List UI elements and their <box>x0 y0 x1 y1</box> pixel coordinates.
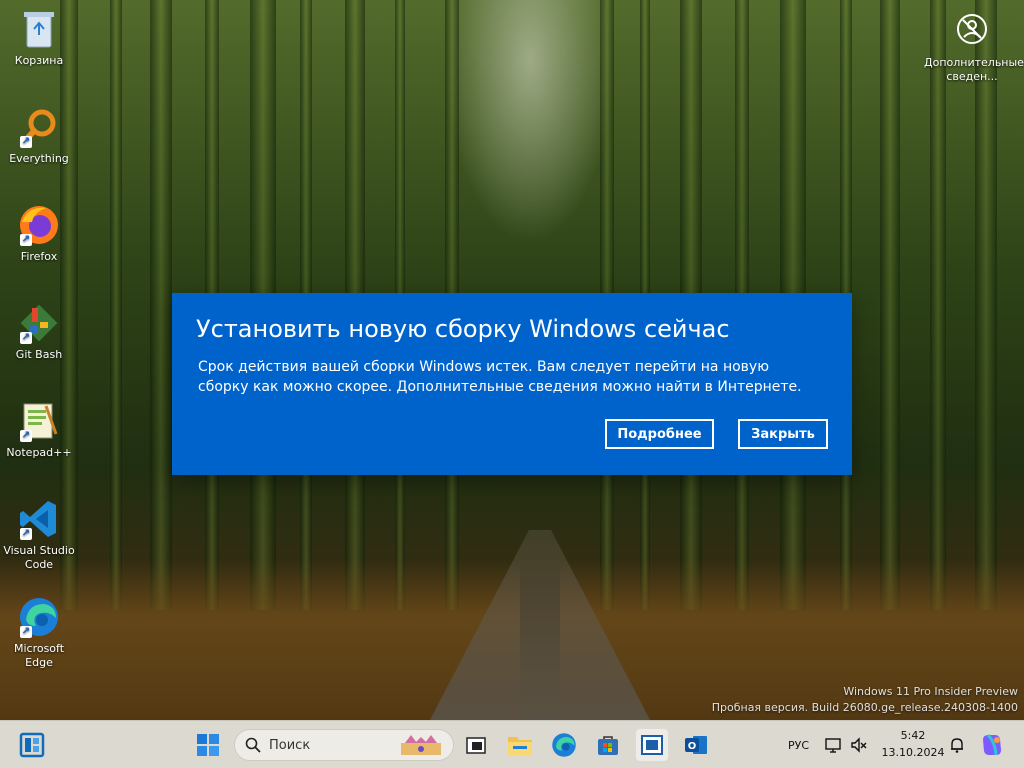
edge-icon <box>552 733 576 757</box>
volume-muted-icon <box>851 737 867 753</box>
info-widget-label: Дополнительные сведен... <box>924 56 1024 83</box>
clock-time: 5:42 <box>900 729 926 742</box>
microsoft-store-button[interactable] <box>592 729 624 761</box>
microsoft-store-icon <box>598 736 618 755</box>
desktop-icon-firefox[interactable]: ↗ Firefox <box>2 204 76 264</box>
search-highlight-icon <box>401 735 441 755</box>
svg-text:O: O <box>688 741 697 752</box>
watermark-line-2: Пробная версия. Build 26080.ge_release.2… <box>711 701 1018 714</box>
file-explorer-icon <box>508 737 532 755</box>
terminal-icon <box>641 735 663 755</box>
desktop-icon-label: Корзина <box>14 54 64 67</box>
widgets-button[interactable] <box>16 729 48 761</box>
notification-bell-icon <box>951 738 963 753</box>
shortcut-arrow-icon: ↗ <box>20 136 32 148</box>
shortcut-arrow-icon: ↗ <box>20 234 32 246</box>
copilot-button[interactable] <box>976 729 1008 761</box>
task-view-icon <box>466 737 486 754</box>
desktop-icon-everything[interactable]: ↗ Everything <box>2 106 76 166</box>
network-button[interactable] <box>822 729 844 761</box>
recycle-bin-icon <box>18 8 60 50</box>
edge-taskbar-button[interactable] <box>548 729 580 761</box>
clock-date: 13.10.2024 <box>881 746 945 759</box>
notepad-plus-plus-icon: ↗ <box>18 400 60 442</box>
outlook-icon: O <box>685 736 707 754</box>
watermark-line-1: Windows 11 Pro Insider Preview <box>843 685 1018 698</box>
desktop-icon-edge[interactable]: ↗ Microsoft Edge <box>2 596 76 670</box>
shortcut-arrow-icon: ↗ <box>20 332 32 344</box>
network-icon <box>825 738 841 753</box>
desktop-icon-label: Microsoft Edge <box>13 642 65 669</box>
update-dialog: Установить новую сборку Windows сейчас С… <box>172 293 852 475</box>
start-icon <box>197 734 219 756</box>
widgets-icon <box>19 732 45 758</box>
dialog-title: Установить новую сборку Windows сейчас <box>196 315 730 343</box>
desktop-icon-label: Visual Studio Code <box>3 544 75 571</box>
shortcut-arrow-icon: ↗ <box>20 430 32 442</box>
notifications-button[interactable] <box>946 729 968 761</box>
info-widget-icon <box>957 14 987 44</box>
task-view-button[interactable] <box>460 729 492 761</box>
desktop: Корзина ↗ Everything ↗ Firefox ↗ Git Bas… <box>0 0 1024 768</box>
clock[interactable]: 5:42 13.10.2024 <box>880 727 946 761</box>
desktop-icon-vscode[interactable]: ↗ Visual Studio Code <box>2 498 76 572</box>
language-indicator[interactable]: РУС <box>788 739 809 752</box>
everything-search-icon: ↗ <box>18 106 60 148</box>
desktop-icon-label: Git Bash <box>15 348 63 361</box>
search-box[interactable]: Поиск <box>234 729 454 761</box>
start-button[interactable] <box>192 729 224 761</box>
desktop-icon-notepad-plus-plus[interactable]: ↗ Notepad++ <box>2 400 76 460</box>
copilot-icon <box>983 733 1001 756</box>
close-button[interactable]: Закрыть <box>738 419 828 449</box>
volume-button[interactable] <box>848 729 870 761</box>
desktop-icon-label: Notepad++ <box>6 446 72 459</box>
terminal-button[interactable] <box>636 729 668 761</box>
taskbar: Поиск O РУС 5:42 13.10.2024 <box>0 720 1024 768</box>
build-watermark: Windows 11 Pro Insider Preview Пробная в… <box>712 684 1018 716</box>
firefox-icon: ↗ <box>18 204 60 246</box>
dialog-message: Срок действия вашей сборки Windows истек… <box>198 359 802 395</box>
desktop-icon-label: Everything <box>9 152 69 165</box>
edge-icon: ↗ <box>18 596 60 638</box>
more-info-button[interactable]: Подробнее <box>605 419 714 449</box>
git-bash-icon: ↗ <box>18 302 60 344</box>
shortcut-arrow-icon: ↗ <box>20 626 32 638</box>
outlook-button[interactable]: O <box>680 729 712 761</box>
desktop-icon-git-bash[interactable]: ↗ Git Bash <box>2 302 76 362</box>
vscode-icon: ↗ <box>18 498 60 540</box>
search-placeholder: Поиск <box>269 737 311 753</box>
desktop-icon-label: Firefox <box>20 250 58 263</box>
info-widget[interactable]: Дополнительные сведен... <box>924 12 1024 84</box>
search-icon <box>245 737 261 753</box>
desktop-icon-recycle-bin[interactable]: Корзина <box>2 8 76 68</box>
file-explorer-button[interactable] <box>504 729 536 761</box>
shortcut-arrow-icon: ↗ <box>20 528 32 540</box>
